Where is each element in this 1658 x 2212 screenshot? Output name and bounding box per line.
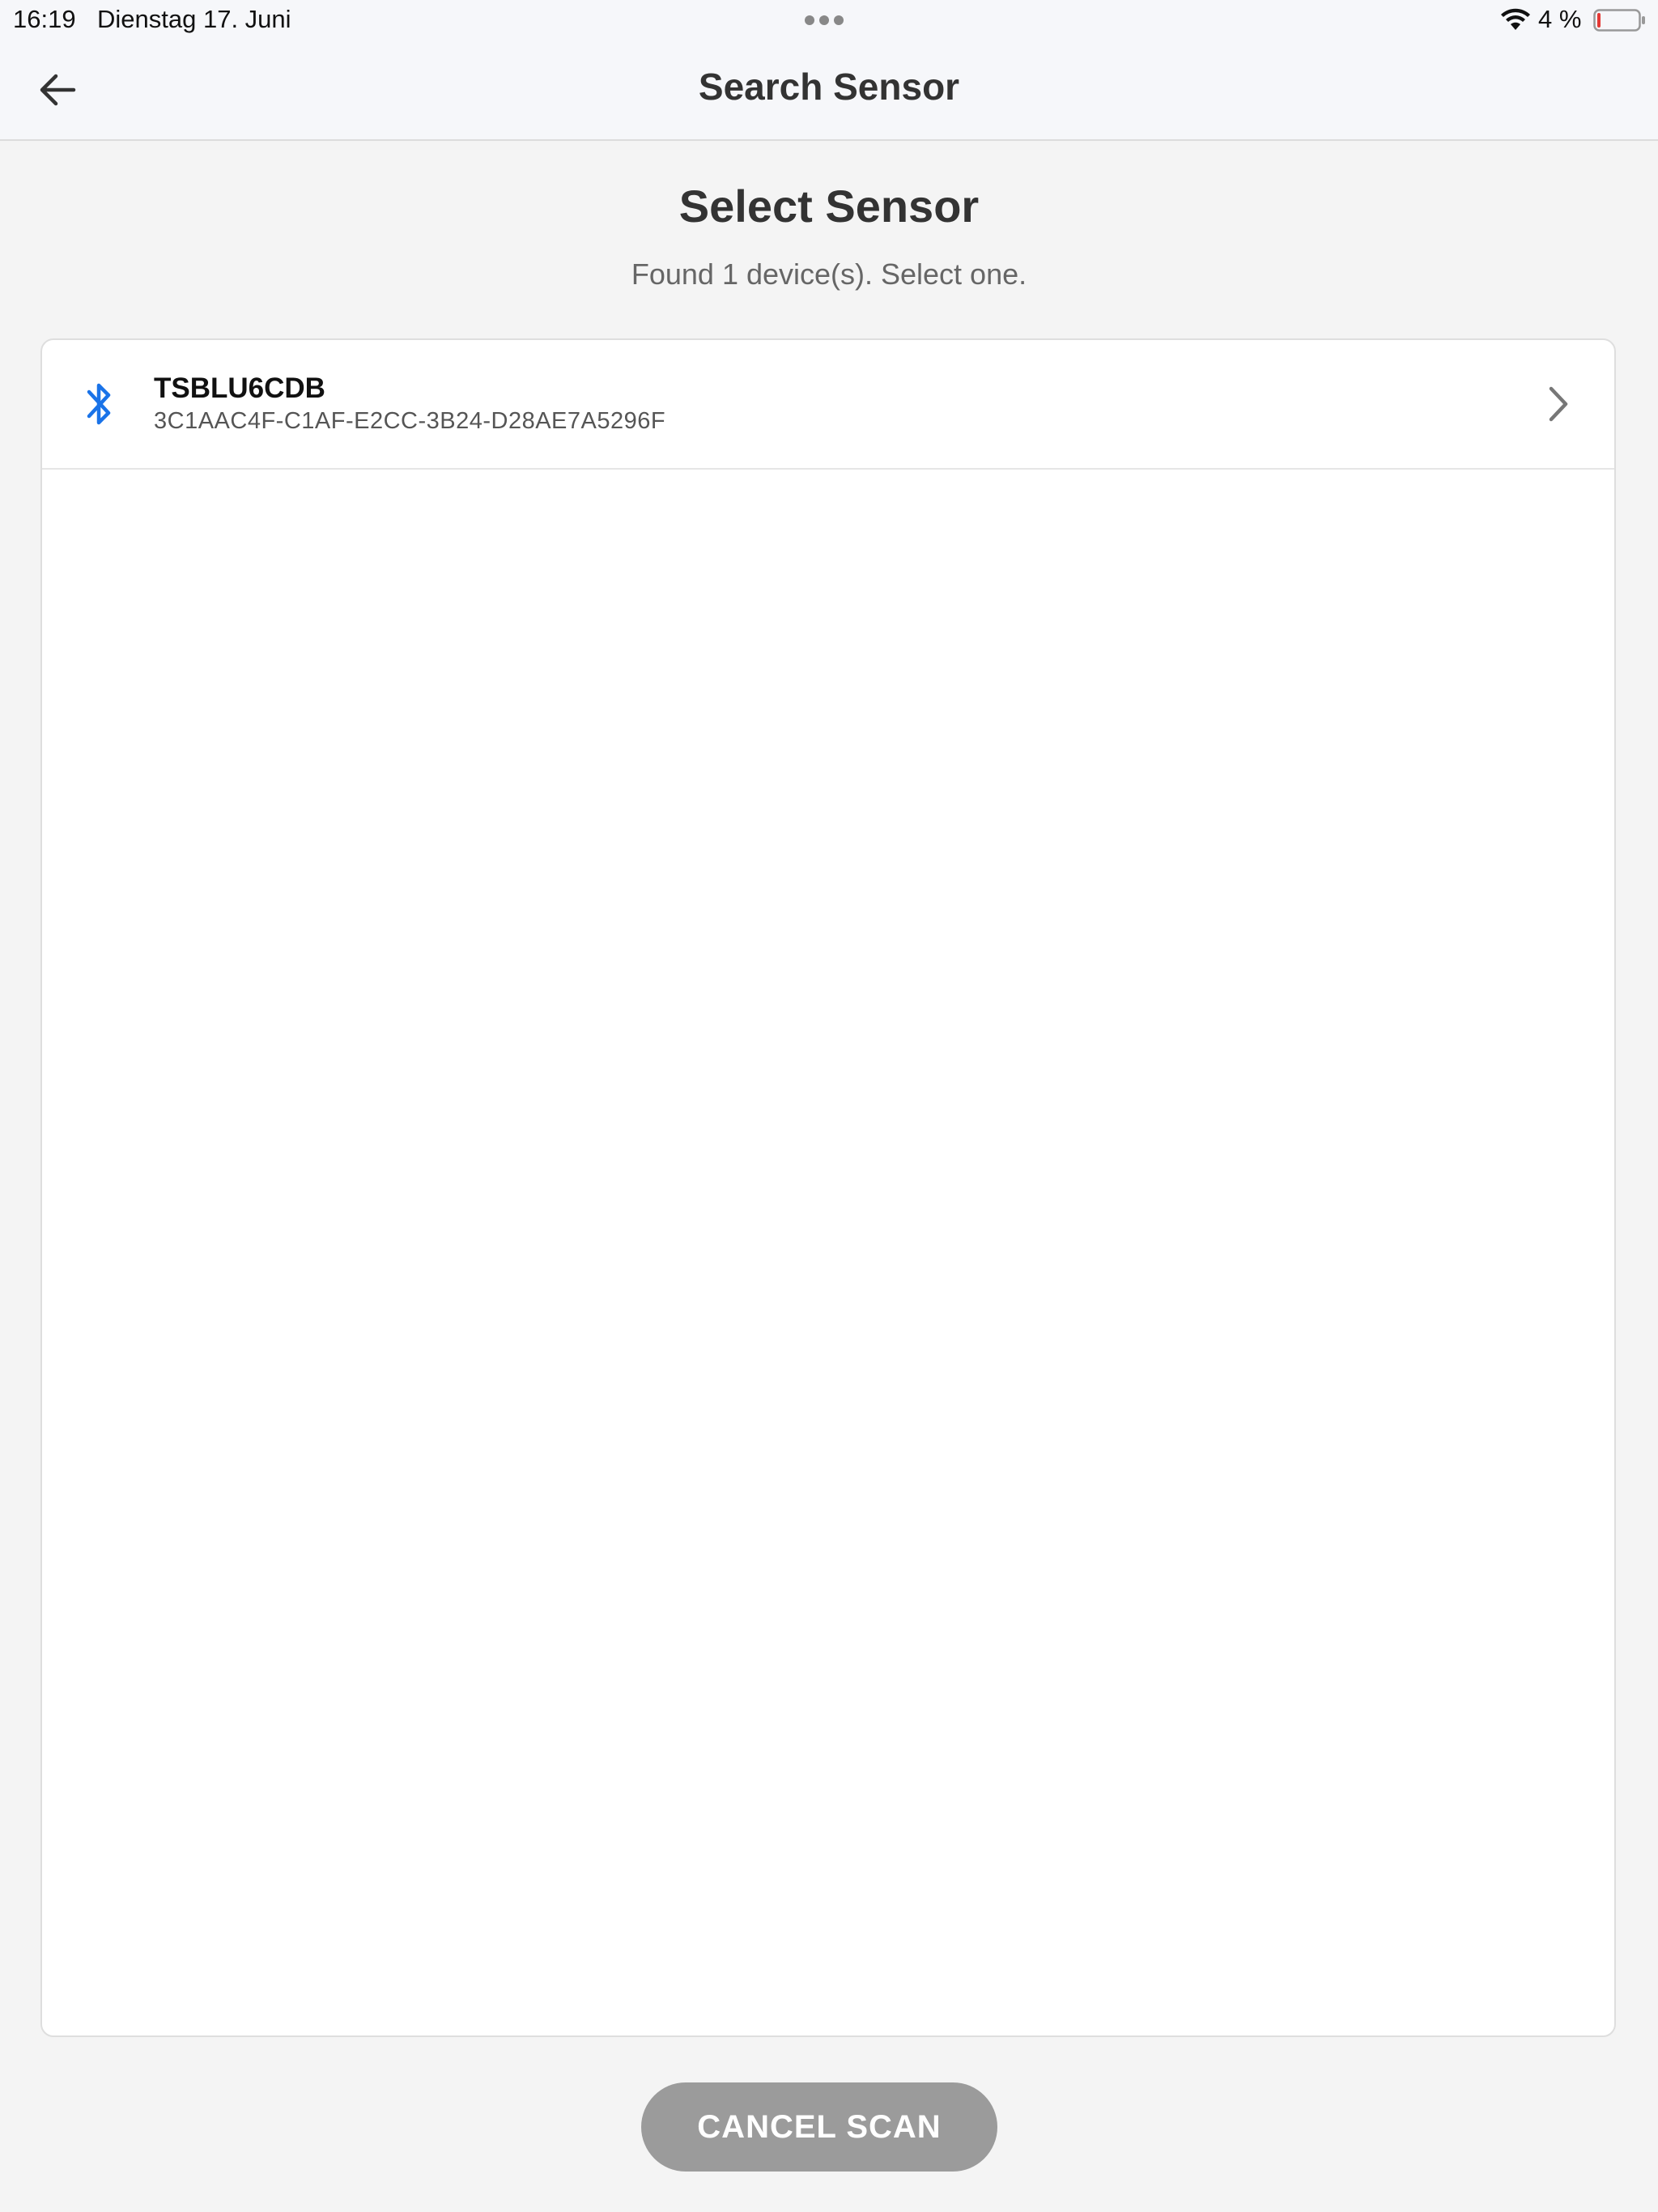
device-id: 3C1AAC4F-C1AF-E2CC-3B24-D28AE7A5296F <box>154 408 666 434</box>
navigation-bar: Search Sensor <box>0 40 1658 141</box>
status-date: Dienstag 17. Juni <box>97 5 291 33</box>
cancel-scan-button[interactable]: CANCEL SCAN <box>641 2082 997 2172</box>
chevron-right-icon <box>1549 386 1568 422</box>
battery-icon <box>1593 9 1645 32</box>
nav-title: Search Sensor <box>698 66 960 108</box>
status-time: 16:19 <box>13 5 76 33</box>
device-name: TSBLU6CDB <box>154 372 325 404</box>
page-title: Select Sensor <box>678 181 980 232</box>
bluetooth-icon <box>87 383 111 425</box>
device-list-item[interactable]: TSBLU6CDB 3C1AAC4F-C1AF-E2CC-3B24-D28AE7… <box>42 340 1614 470</box>
device-list: TSBLU6CDB 3C1AAC4F-C1AF-E2CC-3B24-D28AE7… <box>40 338 1616 2037</box>
status-bar: 16:19 Dienstag 17. Juni 4 % <box>0 0 1658 40</box>
battery-percent: 4 % <box>1538 5 1582 33</box>
multitasking-dots-icon[interactable] <box>805 15 853 26</box>
wifi-icon <box>1501 8 1530 30</box>
page-subtitle: Found 1 device(s). Select one. <box>631 257 1027 291</box>
